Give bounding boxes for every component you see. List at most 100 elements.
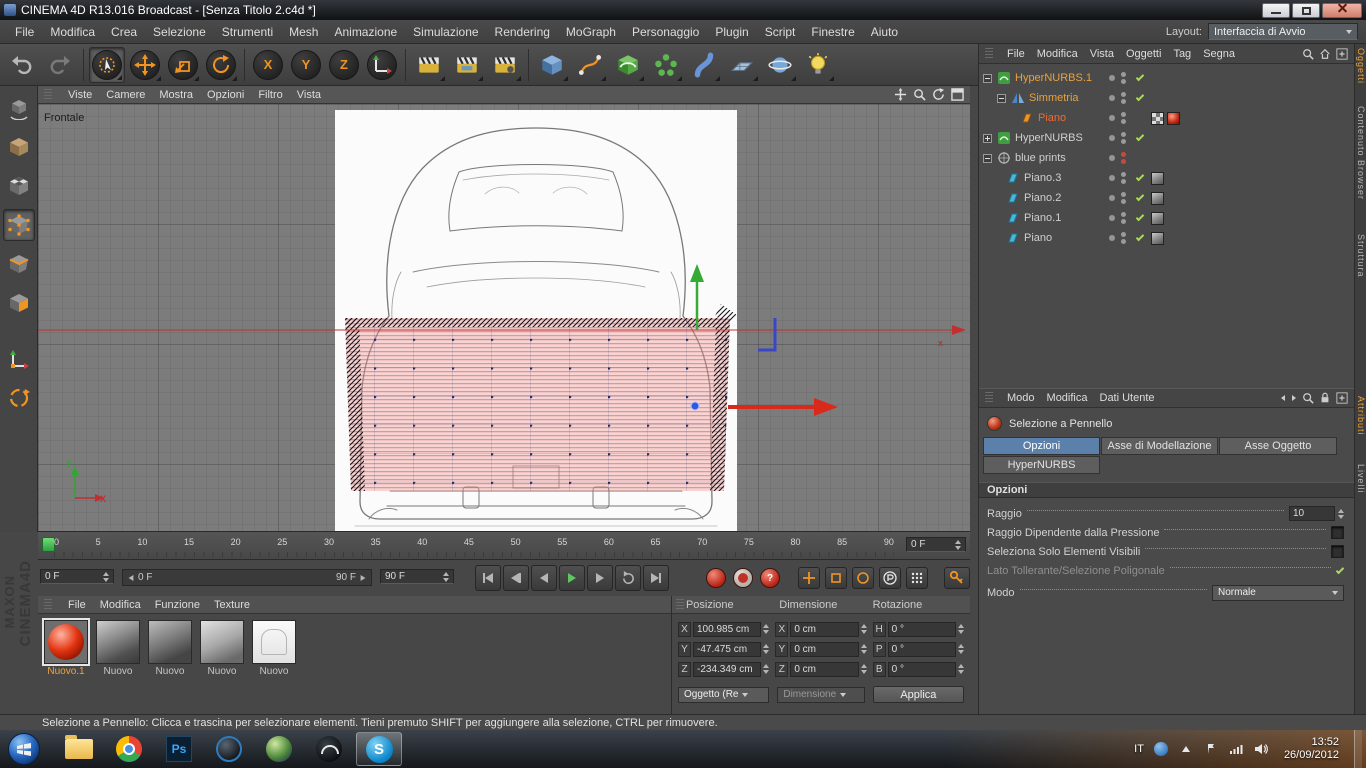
drag-grip[interactable] <box>676 599 684 611</box>
material-tag-icon[interactable] <box>1167 112 1180 125</box>
object-row[interactable]: HyperNURBS.1 <box>979 68 1354 88</box>
coordinate-system-button[interactable] <box>364 47 400 83</box>
taskbar-photoshop-button[interactable]: Ps <box>156 732 202 766</box>
layout-dropdown[interactable]: Interfaccia di Avvio <box>1208 23 1358 40</box>
next-frame-button[interactable] <box>587 565 613 591</box>
side-tab-attributi[interactable]: Attributi <box>1356 396 1366 436</box>
layer-dot-icon[interactable] <box>1109 95 1115 101</box>
search-icon[interactable] <box>1302 48 1314 60</box>
previous-key-button[interactable] <box>503 565 529 591</box>
drag-grip[interactable] <box>44 89 52 101</box>
end-frame-field[interactable]: 90 F <box>380 569 454 584</box>
viewport[interactable]: Frontale Y X x <box>38 104 970 532</box>
render-settings-button[interactable] <box>487 47 523 83</box>
record-keyframe-button[interactable] <box>706 568 726 588</box>
pos-x-field[interactable]: 100.985 cm <box>693 622 761 637</box>
material-item[interactable]: Nuovo.1 <box>42 620 90 677</box>
expand-icon[interactable] <box>983 134 992 143</box>
menu-crea[interactable]: Crea <box>104 22 144 42</box>
viewport-menu-camere[interactable]: Camere <box>106 89 145 101</box>
menu-selezione[interactable]: Selezione <box>146 22 213 42</box>
texture-mode-button[interactable] <box>3 170 35 202</box>
tray-app-icon[interactable] <box>1153 741 1169 757</box>
play-button[interactable] <box>559 565 585 591</box>
enabled-check-icon[interactable] <box>1136 173 1144 181</box>
lock-z-axis-button[interactable]: Z <box>326 47 362 83</box>
timeline-ruler[interactable]: 051015202530354045505560657075808590 0 F <box>38 532 970 560</box>
lock-y-axis-button[interactable]: Y <box>288 47 324 83</box>
modo-dropdown[interactable]: Normale <box>1212 585 1344 601</box>
object-row[interactable]: Piano <box>979 108 1354 128</box>
menu-modifica[interactable]: Modifica <box>43 22 102 42</box>
add-hypernurbs-button[interactable] <box>610 47 646 83</box>
object-row[interactable]: Piano <box>979 228 1354 248</box>
add-deformer-button[interactable] <box>686 47 722 83</box>
add-cube-button[interactable] <box>534 47 570 83</box>
viewport-menu-filtro[interactable]: Filtro <box>258 89 282 101</box>
pressione-checkbox[interactable] <box>1331 526 1344 539</box>
attr-menu-modo[interactable]: Modo <box>1007 392 1035 404</box>
om-menu-oggetti[interactable]: Oggetti <box>1126 48 1161 60</box>
history-forward-icon[interactable] <box>1292 395 1296 401</box>
raggio-field[interactable]: 10 <box>1289 506 1335 521</box>
object-row[interactable]: HyperNURBS <box>979 128 1354 148</box>
home-icon[interactable] <box>1319 48 1331 60</box>
autokey-button[interactable] <box>733 568 753 588</box>
record-rotation-toggle[interactable] <box>852 567 874 589</box>
collapse-icon[interactable] <box>983 74 992 83</box>
om-menu-vista[interactable]: Vista <box>1090 48 1114 60</box>
frame-range-slider[interactable]: 0 F 90 F <box>122 569 372 586</box>
material-menu-funzione[interactable]: Funzione <box>155 599 200 611</box>
om-menu-modifica[interactable]: Modifica <box>1037 48 1078 60</box>
attr-menu-dati-utente[interactable]: Dati Utente <box>1100 392 1155 404</box>
material-menu-texture[interactable]: Texture <box>214 599 250 611</box>
viewport-menu-mostra[interactable]: Mostra <box>159 89 193 101</box>
layer-dot-icon[interactable] <box>1109 195 1115 201</box>
dim-z-field[interactable]: 0 cm <box>790 662 858 677</box>
material-menu-file[interactable]: File <box>68 599 86 611</box>
material-item[interactable]: Nuovo <box>198 620 246 677</box>
enabled-check-icon[interactable] <box>1136 73 1144 81</box>
network-icon[interactable] <box>1228 741 1244 757</box>
layer-dot-icon[interactable] <box>1109 235 1115 241</box>
taskbar-chrome-button[interactable] <box>106 732 152 766</box>
toggle-view-icon[interactable] <box>951 88 964 101</box>
redo-button[interactable] <box>42 47 78 83</box>
enabled-check-icon[interactable] <box>1136 133 1144 141</box>
undo-button[interactable] <box>4 47 40 83</box>
menu-animazione[interactable]: Animazione <box>327 22 404 42</box>
material-thumbnail[interactable] <box>44 620 88 664</box>
add-floor-button[interactable] <box>724 47 760 83</box>
history-back-icon[interactable] <box>1281 395 1285 401</box>
apply-button[interactable]: Applica <box>873 686 964 703</box>
enabled-check-icon[interactable] <box>1136 193 1144 201</box>
material-menu-modifica[interactable]: Modifica <box>100 599 141 611</box>
add-spline-button[interactable] <box>572 47 608 83</box>
menu-file[interactable]: File <box>8 22 41 42</box>
menu-mograph[interactable]: MoGraph <box>559 22 623 42</box>
rot-p-field[interactable]: 0 ° <box>888 642 956 657</box>
minimize-button[interactable] <box>1262 3 1290 18</box>
object-row[interactable]: Piano.2 <box>979 188 1354 208</box>
texture-tag-icon[interactable] <box>1151 172 1164 185</box>
layer-dot-icon[interactable] <box>1109 135 1115 141</box>
dim-y-field[interactable]: 0 cm <box>790 642 858 657</box>
menu-script[interactable]: Script <box>758 22 803 42</box>
loop-button[interactable] <box>615 565 641 591</box>
volume-icon[interactable] <box>1253 741 1269 757</box>
keyframe-selection-button[interactable] <box>944 567 970 589</box>
options-section-header[interactable]: Opzioni <box>979 482 1354 498</box>
texture-axis-mode-button[interactable] <box>3 382 35 414</box>
drag-grip[interactable] <box>44 599 52 611</box>
add-array-button[interactable] <box>648 47 684 83</box>
viewport-menu-opzioni[interactable]: Opzioni <box>207 89 244 101</box>
taskbar-explorer-button[interactable] <box>56 732 102 766</box>
zoom-view-icon[interactable] <box>913 88 926 101</box>
menu-strumenti[interactable]: Strumenti <box>215 22 280 42</box>
axis-mode-button[interactable] <box>3 343 35 375</box>
lock-x-axis-button[interactable]: X <box>250 47 286 83</box>
goto-end-button[interactable] <box>643 565 669 591</box>
side-tab-contenuto-browser[interactable]: Contenuto Browser <box>1356 106 1366 200</box>
tab-hypernurbs[interactable]: HyperNURBS <box>983 456 1100 474</box>
start-button[interactable] <box>8 733 40 765</box>
